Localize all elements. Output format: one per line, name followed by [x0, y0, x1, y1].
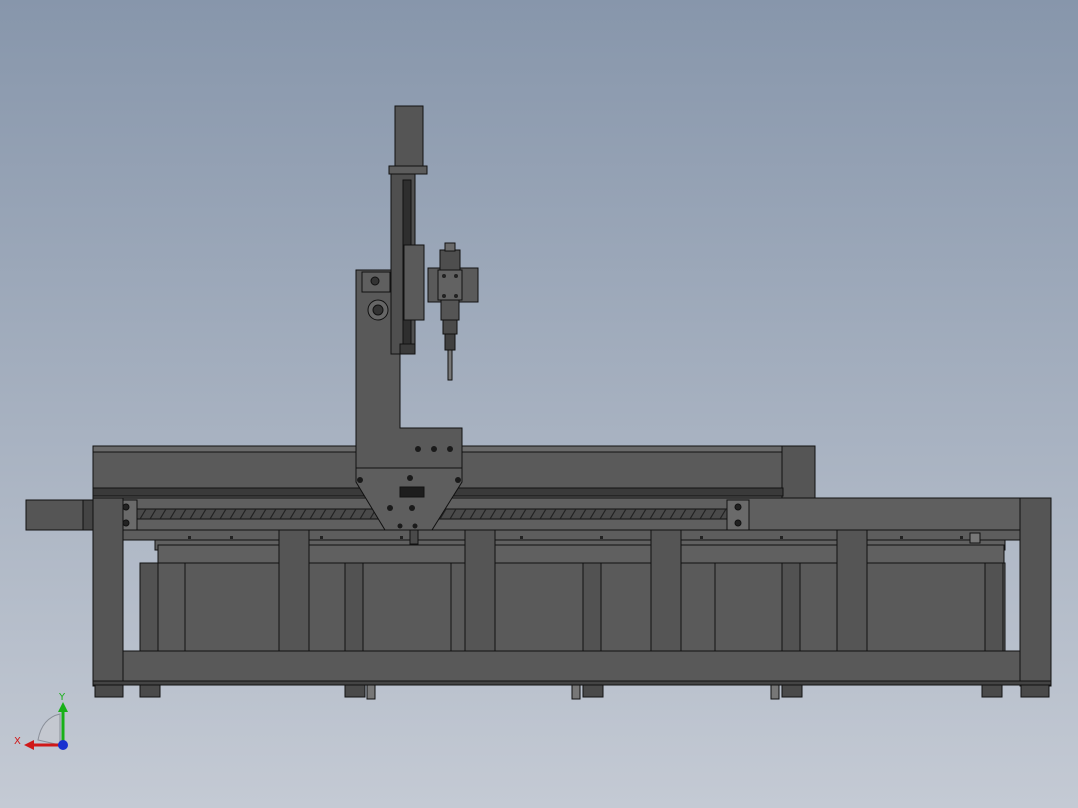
y-arrow-head [58, 702, 68, 712]
z-axis-dot [58, 740, 68, 750]
gantry-model: Y X [14, 105, 1052, 750]
y-axis-label: Y [58, 692, 66, 703]
z-axis-motor [394, 105, 424, 169]
cad-viewport[interactable]: Y X [0, 0, 1078, 808]
spindle [427, 242, 479, 381]
z-axis-column [388, 105, 428, 355]
x-axis-label: X [14, 736, 21, 747]
x-arrow-head [24, 740, 34, 750]
orientation-triad: Y X [14, 692, 68, 750]
ball-screw-assembly [25, 497, 1051, 531]
